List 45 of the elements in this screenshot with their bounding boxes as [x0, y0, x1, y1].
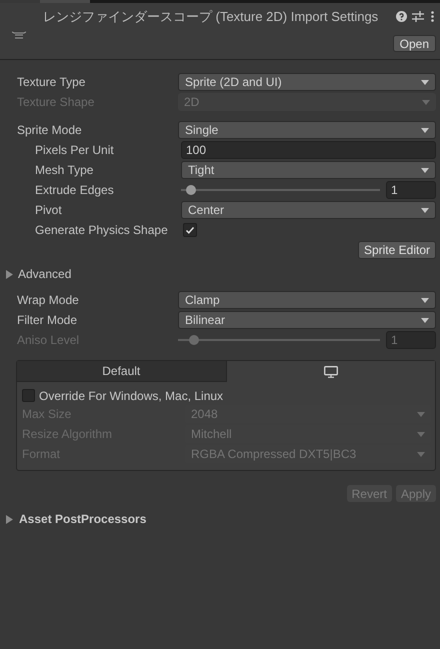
texture-asset-icon [12, 31, 26, 39]
field-label: Pixels Per Unit [35, 143, 114, 157]
more-options-icon[interactable] [431, 11, 434, 22]
foldout-arrow-icon[interactable] [5, 270, 14, 278]
foldout-label[interactable]: Asset PostProcessors [19, 510, 146, 528]
field-label: Sprite Mode [17, 123, 82, 137]
dropdown-caret-icon [421, 298, 429, 302]
foldout-arrow-icon[interactable] [5, 514, 14, 524]
dropdown-caret-icon [421, 128, 429, 132]
checkmark-icon [185, 225, 195, 235]
dropdown[interactable]: Single [178, 121, 436, 139]
dropdown-caret-icon [417, 432, 425, 436]
dropdown-caret-icon [421, 168, 429, 172]
dropdown-caret-icon [421, 208, 429, 212]
field-label: Generate Physics Shape [35, 223, 168, 237]
window-title: レンジファインダースコープ (Texture 2D) Import Settings [43, 8, 380, 26]
field-label: Pivot [35, 203, 62, 217]
platform-tab[interactable]: Default [17, 361, 226, 382]
sprite-editor-button[interactable]: Sprite Editor [358, 241, 436, 259]
checkbox-label: Override For Windows, Mac, Linux [39, 388, 224, 404]
dropdown-caret-icon [422, 100, 430, 104]
dropdown[interactable]: Clamp [178, 291, 436, 309]
field-label: Texture Type [17, 75, 86, 89]
field-label: Mesh Type [35, 163, 94, 177]
dropdown[interactable]: Bilinear [178, 311, 436, 329]
field-label: Filter Mode [17, 313, 78, 327]
number-field[interactable]: 1 [386, 181, 436, 199]
field-label: Wrap Mode [17, 293, 79, 307]
open-button[interactable]: Open [392, 35, 436, 52]
number-field[interactable]: 100 [181, 141, 436, 159]
settings-sliders-icon[interactable] [412, 11, 424, 22]
checkbox[interactable] [183, 223, 197, 237]
dropdown-caret-icon [417, 412, 425, 416]
checkbox[interactable] [22, 389, 35, 402]
help-icon[interactable] [396, 11, 407, 22]
monitor-icon [324, 366, 338, 378]
dropdown[interactable]: Sprite (2D and UI) [178, 73, 436, 91]
foldout-label[interactable]: Advanced [18, 265, 72, 283]
slider-thumb[interactable] [186, 185, 196, 195]
dropdown-caret-icon [417, 452, 425, 456]
dropdown[interactable]: Tight [181, 161, 436, 179]
dropdown[interactable]: Center [181, 201, 436, 219]
field-label: Extrude Edges [35, 183, 114, 197]
dropdown-caret-icon [421, 80, 429, 84]
dropdown-caret-icon [421, 318, 429, 322]
